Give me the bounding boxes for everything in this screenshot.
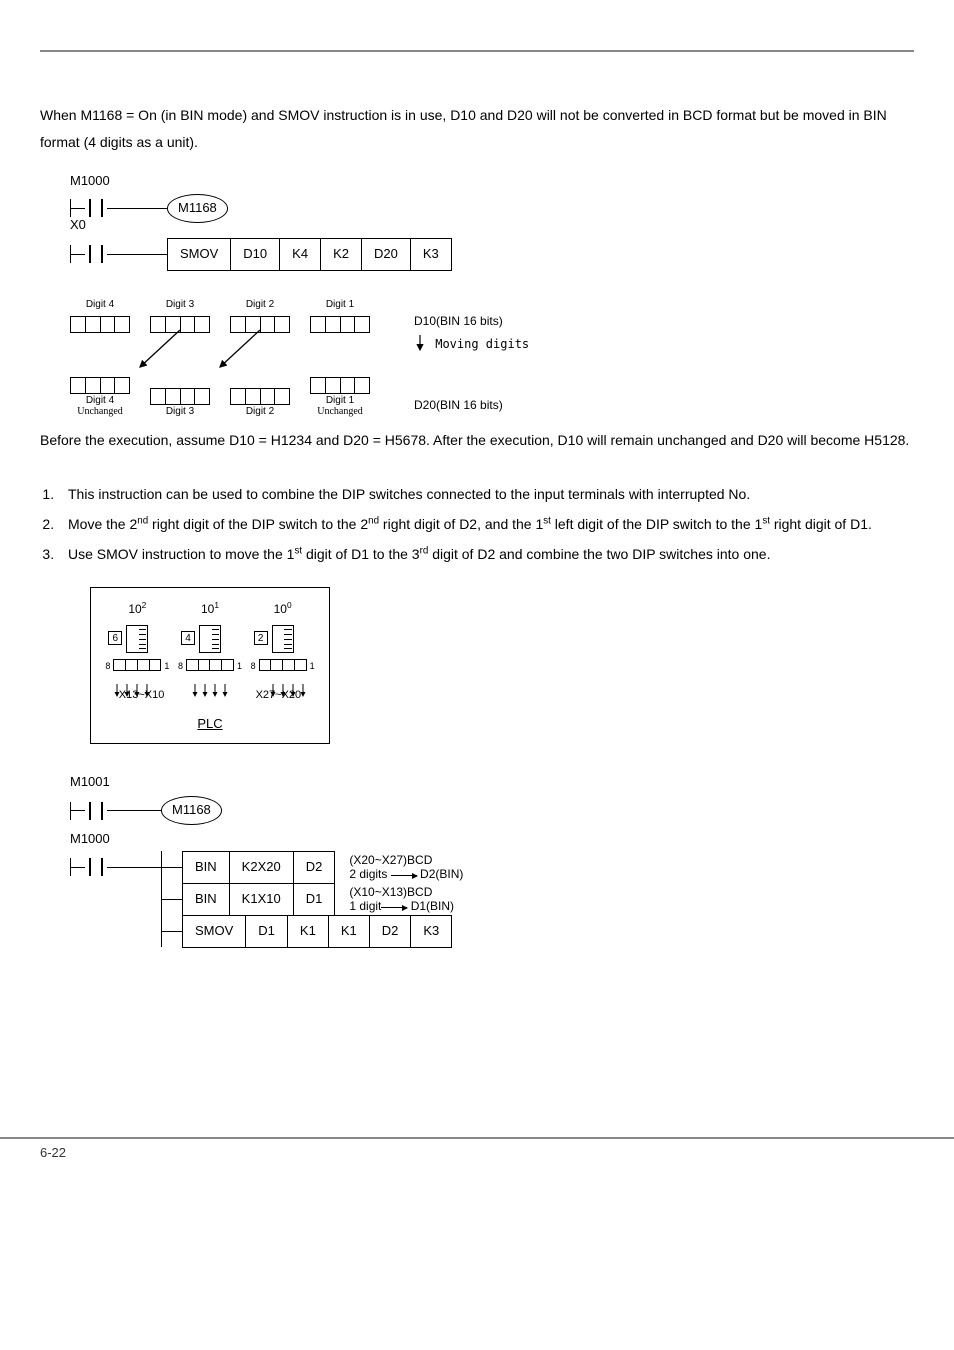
- rung2-label: X0: [70, 213, 452, 238]
- smov-instruction: SMOV D10 K4 K2 D20 K3: [167, 238, 452, 271]
- contact-icon: [85, 245, 107, 263]
- instr-arg: K3: [411, 916, 451, 947]
- switch-value: 2: [254, 631, 268, 645]
- instr-op: SMOV: [168, 239, 231, 270]
- instr-arg: K1X10: [230, 884, 294, 915]
- smov-instruction: SMOV D1 K1 K1 D2 K3: [182, 915, 452, 948]
- bit-label: 1: [310, 658, 315, 675]
- dip-switch-icon: [199, 625, 221, 653]
- nibble-mini: [186, 659, 234, 671]
- digit-label: Digit 4: [86, 395, 114, 406]
- dip-switch-diagram: 102 101 100 6 4 2: [90, 587, 330, 743]
- nibble-box: [230, 316, 290, 333]
- instr-op: BIN: [183, 884, 230, 915]
- nibble-box: [150, 316, 210, 333]
- instr-arg: K4: [280, 239, 321, 270]
- unchanged-label: Unchanged: [77, 406, 123, 417]
- switch-value: 6: [108, 631, 122, 645]
- instr-arg: K3: [411, 239, 451, 270]
- digit-label: Digit 3: [150, 406, 210, 417]
- nibble-box: [230, 388, 290, 405]
- nibble-box: [310, 377, 370, 394]
- plc-label: PLC: [91, 712, 329, 737]
- power-label: 102: [128, 598, 146, 621]
- steps-list: This instruction can be used to combine …: [58, 482, 914, 568]
- digit-label: Digit 3: [150, 295, 210, 314]
- nibble-box: [150, 388, 210, 405]
- contact-icon: [85, 858, 107, 876]
- instr-arg: D2: [294, 852, 335, 883]
- dip-switch-icon: [272, 625, 294, 653]
- instr-arg: K1: [288, 916, 329, 947]
- instr-arg: D20: [362, 239, 411, 270]
- power-label: 100: [274, 598, 292, 621]
- rung-label: M1000: [70, 827, 914, 852]
- contact-icon: [85, 802, 107, 820]
- instr-arg: D1: [294, 884, 335, 915]
- digit-label: Digit 1: [310, 295, 370, 314]
- instr-op: SMOV: [183, 916, 246, 947]
- digit-label: Digit 2: [230, 406, 290, 417]
- switch-value: 4: [181, 631, 195, 645]
- intro-paragraph: When M1168 = On (in BIN mode) and SMOV i…: [40, 102, 914, 155]
- instr-arg: K1: [329, 916, 370, 947]
- power-label: 101: [201, 598, 219, 621]
- bit-label: 8: [105, 658, 110, 675]
- bit-label: 8: [178, 658, 183, 675]
- rung1-label: M1000: [70, 169, 228, 194]
- step-3: Use SMOV instruction to move the 1st dig…: [58, 542, 914, 568]
- instr-op: BIN: [183, 852, 230, 883]
- comment-b: (X10~X13)BCD 1 digit D1(BIN): [349, 885, 454, 914]
- ladder-diagram-2: M1001 M1168 M1000: [70, 770, 914, 947]
- comment-a: (X20~X27)BCD 2 digits D2(BIN): [349, 853, 463, 882]
- nibble-box: [70, 377, 130, 394]
- instr-arg: K2: [321, 239, 362, 270]
- coil-m1168: M1168: [161, 796, 222, 825]
- ladder-diagram-1: M1000 M1168 X0 SMOV D10 K4 K2: [70, 169, 914, 409]
- nibble-box: [310, 316, 370, 333]
- step-1: This instruction can be used to combine …: [58, 482, 914, 508]
- digit-label: Digit 1: [326, 395, 354, 406]
- step-2: Move the 2nd right digit of the DIP swit…: [58, 512, 914, 538]
- digit-label: Digit 4: [70, 295, 130, 314]
- bit-label: 8: [251, 658, 256, 675]
- unchanged-label: Unchanged: [317, 406, 363, 417]
- nibble-mini: [259, 659, 307, 671]
- rung-label: M1001: [70, 770, 914, 795]
- nibble-box: [70, 316, 130, 333]
- page-footer: 6-22: [0, 1137, 954, 1180]
- instr-arg: D10: [231, 239, 280, 270]
- instr-arg: K2X20: [230, 852, 294, 883]
- bit-label: 1: [237, 658, 242, 675]
- instr-arg: D2: [370, 916, 412, 947]
- instr-arg: D1: [246, 916, 288, 947]
- dip-arrows: [91, 684, 331, 702]
- page-content: When M1168 = On (in BIN mode) and SMOV i…: [0, 52, 954, 947]
- nibble-mini: [113, 659, 161, 671]
- page-number: 6-22: [40, 1145, 66, 1160]
- d20-label: D20(BIN 16 bits): [414, 394, 503, 417]
- dip-switch-icon: [126, 625, 148, 653]
- digit-label: Digit 2: [230, 295, 290, 314]
- d10-label: D10(BIN 16 bits): [414, 310, 503, 333]
- moving-digits-label: Moving digits: [435, 337, 529, 351]
- bin-instruction: BIN K1X10 D1: [182, 883, 335, 916]
- mid-paragraph: Before the execution, assume D10 = H1234…: [40, 427, 914, 454]
- bit-label: 1: [164, 658, 169, 675]
- bin-instruction: BIN K2X20 D2: [182, 851, 335, 884]
